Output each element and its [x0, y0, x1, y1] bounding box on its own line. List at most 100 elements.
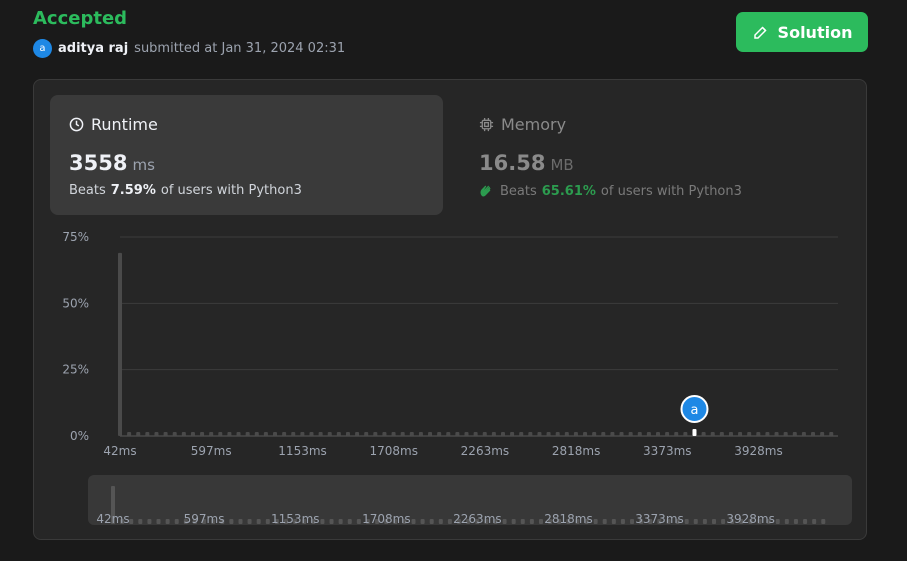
- distribution-bar[interactable]: [209, 432, 214, 436]
- distribution-bar[interactable]: [792, 432, 797, 436]
- overview-bar: [693, 519, 698, 524]
- distribution-bar[interactable]: [473, 432, 478, 436]
- distribution-bar[interactable]: [318, 432, 323, 436]
- distribution-bar[interactable]: [491, 432, 496, 436]
- distribution-bar[interactable]: [765, 432, 770, 436]
- distribution-bar[interactable]: [683, 432, 688, 436]
- memory-unit: MB: [550, 156, 574, 174]
- distribution-bar[interactable]: [820, 432, 825, 436]
- distribution-bar[interactable]: [355, 432, 360, 436]
- solution-button[interactable]: Solution: [736, 12, 868, 52]
- distribution-bar[interactable]: [801, 432, 806, 436]
- distribution-bar[interactable]: [227, 432, 232, 436]
- username-link[interactable]: aditya raj: [58, 41, 128, 56]
- distribution-bar[interactable]: [829, 432, 834, 436]
- distribution-bar[interactable]: [391, 432, 396, 436]
- memory-number: 16.58: [479, 151, 546, 175]
- runtime-card[interactable]: Runtime 3558 ms Beats 7.59% of users with…: [50, 95, 443, 215]
- distribution-bar[interactable]: [564, 432, 569, 436]
- distribution-bar[interactable]: [446, 432, 451, 436]
- distribution-bar[interactable]: [656, 432, 661, 436]
- distribution-bar[interactable]: [336, 432, 341, 436]
- memory-card[interactable]: Memory 16.58 MB Beats 65.61% of users wit…: [460, 95, 853, 215]
- distribution-bar[interactable]: [747, 432, 752, 436]
- x-tick-label: 597ms: [191, 444, 232, 458]
- distribution-bar[interactable]: [418, 432, 423, 436]
- distribution-bar[interactable]: [400, 432, 405, 436]
- runtime-beats-prefix: Beats: [69, 183, 106, 198]
- distribution-bar[interactable]: [528, 432, 533, 436]
- distribution-bar[interactable]: [263, 432, 268, 436]
- distribution-bar[interactable]: [811, 432, 816, 436]
- distribution-bar[interactable]: [382, 432, 387, 436]
- overview-tick-label: 2263ms: [453, 512, 501, 525]
- distribution-bar[interactable]: [592, 432, 597, 436]
- distribution-bar[interactable]: [665, 432, 670, 436]
- distribution-bar[interactable]: [163, 432, 168, 436]
- distribution-bar[interactable]: [646, 432, 651, 436]
- distribution-bar[interactable]: [500, 432, 505, 436]
- distribution-bar[interactable]: [555, 432, 560, 436]
- overview-chart[interactable]: 42ms 597ms 1153ms 1708ms 2263ms 2818ms 3373ms 3…: [88, 475, 852, 526]
- distribution-bar[interactable]: [236, 432, 241, 436]
- distribution-bar[interactable]: [200, 432, 205, 436]
- distribution-bar[interactable]: [428, 432, 433, 436]
- distribution-bar[interactable]: [190, 432, 195, 436]
- distribution-bar[interactable]: [437, 432, 442, 436]
- memory-beats-suffix: of users with Python3: [600, 183, 742, 199]
- distribution-bar[interactable]: [601, 432, 606, 436]
- distribution-bar[interactable]: [291, 432, 296, 436]
- distribution-bar[interactable]: [409, 432, 414, 436]
- distribution-bar[interactable]: [628, 432, 633, 436]
- distribution-bar[interactable]: [118, 252, 122, 436]
- avatar[interactable]: a: [33, 39, 52, 58]
- distribution-bar[interactable]: [738, 432, 743, 436]
- distribution-bar[interactable]: [373, 432, 378, 436]
- distribution-bar[interactable]: [637, 432, 642, 436]
- user-runtime-bar[interactable]: [692, 429, 697, 436]
- distribution-bar[interactable]: [273, 432, 278, 436]
- distribution-bar[interactable]: [774, 432, 779, 436]
- distribution-bar[interactable]: [583, 432, 588, 436]
- distribution-bar[interactable]: [154, 432, 159, 436]
- distribution-bar[interactable]: [756, 432, 761, 436]
- distribution-bar[interactable]: [254, 432, 259, 436]
- distribution-bar[interactable]: [172, 432, 177, 436]
- distribution-bar[interactable]: [218, 432, 223, 436]
- distribution-bar[interactable]: [510, 432, 515, 436]
- distribution-bar[interactable]: [519, 432, 524, 436]
- distribution-bar[interactable]: [364, 432, 369, 436]
- distribution-bar[interactable]: [455, 432, 460, 436]
- distribution-bar[interactable]: [728, 432, 733, 436]
- distribution-bar[interactable]: [701, 432, 706, 436]
- runtime-distribution-chart[interactable]: 0% 25% 50% 75% 42ms 597ms 1153ms 1708ms 2263ms 28…: [50, 225, 850, 465]
- distribution-bar[interactable]: [136, 432, 141, 436]
- overview-bar: [784, 519, 789, 524]
- distribution-bar[interactable]: [282, 432, 287, 436]
- distribution-bar[interactable]: [783, 432, 788, 436]
- distribution-bar[interactable]: [546, 432, 551, 436]
- distribution-bar[interactable]: [464, 432, 469, 436]
- distribution-bar[interactable]: [127, 432, 132, 436]
- overview-bar: [238, 519, 243, 524]
- distribution-bar[interactable]: [610, 432, 615, 436]
- distribution-bar[interactable]: [300, 432, 305, 436]
- distribution-bar[interactable]: [674, 432, 679, 436]
- distribution-bar[interactable]: [145, 432, 150, 436]
- distribution-bar[interactable]: [181, 432, 186, 436]
- overview-bar: [138, 519, 143, 524]
- distribution-bar[interactable]: [245, 432, 250, 436]
- distribution-bar[interactable]: [309, 432, 314, 436]
- overview-bar: [165, 519, 170, 524]
- distribution-bar[interactable]: [537, 432, 542, 436]
- distribution-bar[interactable]: [573, 432, 578, 436]
- user-marker-avatar[interactable]: a: [680, 395, 709, 423]
- distribution-bar[interactable]: [719, 432, 724, 436]
- distribution-bar[interactable]: [482, 432, 487, 436]
- distribution-bar[interactable]: [619, 432, 624, 436]
- distribution-bar[interactable]: [345, 432, 350, 436]
- distribution-bar[interactable]: [710, 432, 715, 436]
- distribution-bar[interactable]: [327, 432, 332, 436]
- overview-bar: [593, 519, 598, 524]
- chart-range-slider[interactable]: 42ms 597ms 1153ms 1708ms 2263ms 2818ms 3373ms 3…: [88, 475, 852, 526]
